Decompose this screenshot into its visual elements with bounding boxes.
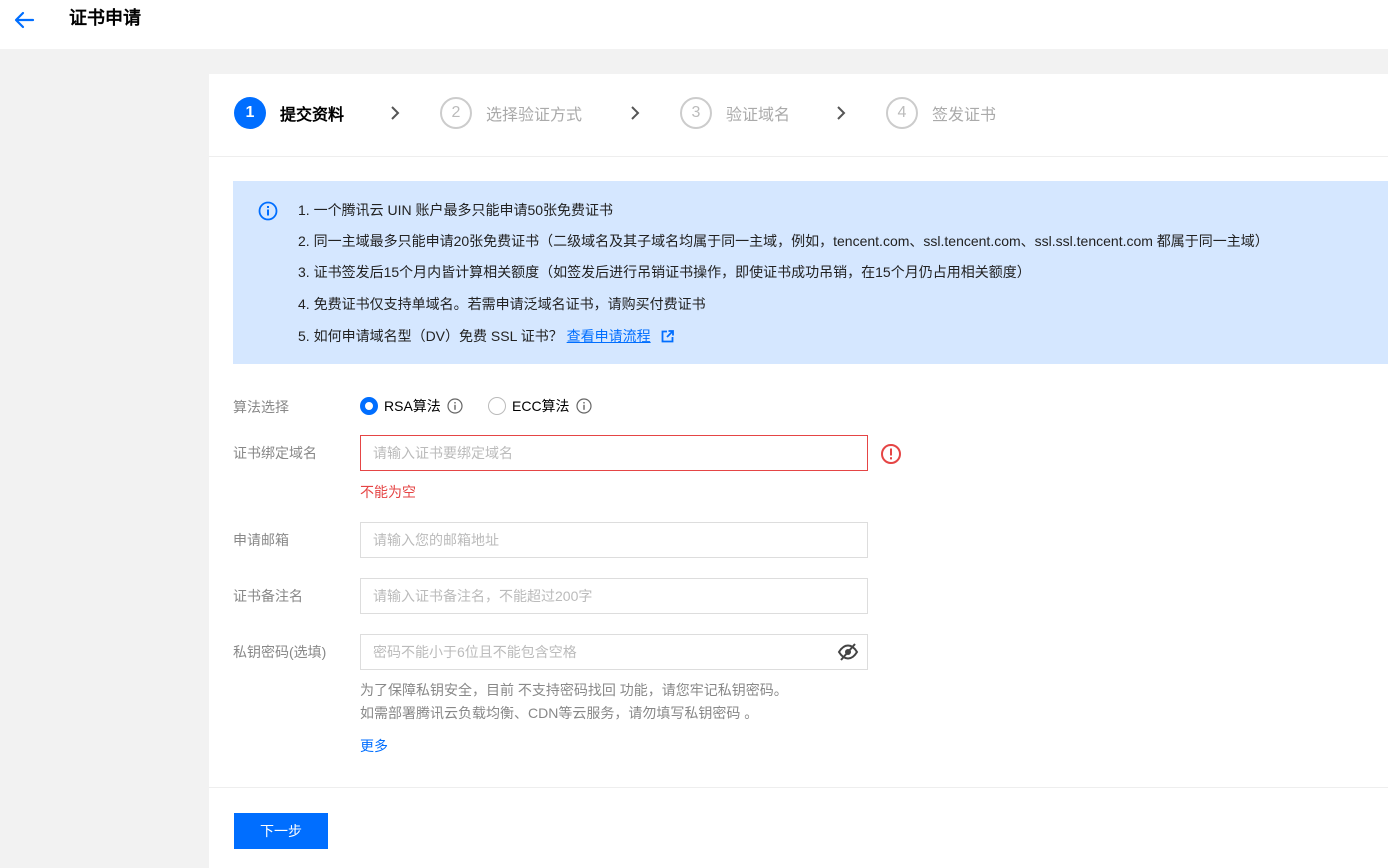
password-hint-1: 为了保障私钥安全，目前 不支持密码找回 功能，请您牢记私钥密码。 bbox=[360, 682, 788, 698]
step-1: 1 提交资料 bbox=[234, 97, 344, 129]
chevron-right-icon bbox=[837, 106, 846, 120]
domain-error-text: 不能为空 bbox=[360, 484, 416, 500]
step-number: 2 bbox=[440, 97, 472, 129]
email-label: 申请邮箱 bbox=[233, 532, 289, 548]
radio-selected-icon[interactable] bbox=[360, 397, 378, 415]
notice-line-2: 2. 同一主域最多只能申请20张免费证书（二级域名及其子域名均属于同一主域，例如… bbox=[298, 233, 1269, 249]
password-hint-2: 如需部署腾讯云负载均衡、CDN等云服务，请勿填写私钥密码 。 bbox=[360, 705, 759, 721]
step-indicator: 1 提交资料 2 选择验证方式 3 验证域名 4 签发证书 bbox=[209, 74, 1388, 157]
error-icon bbox=[881, 444, 901, 464]
step-2: 2 选择验证方式 bbox=[440, 97, 582, 129]
info-circle-icon[interactable] bbox=[447, 398, 463, 414]
algorithm-label: 算法选择 bbox=[233, 399, 289, 415]
step-label: 签发证书 bbox=[932, 107, 997, 124]
more-link[interactable]: 更多 bbox=[360, 737, 388, 755]
radio-unselected-icon[interactable] bbox=[488, 397, 506, 415]
domain-input[interactable] bbox=[360, 435, 868, 471]
step-number: 1 bbox=[234, 97, 266, 129]
notice-box: 1. 一个腾讯云 UIN 账户最多只能申请50张免费证书 2. 同一主域最多只能… bbox=[233, 181, 1388, 364]
step-4: 4 签发证书 bbox=[886, 97, 996, 129]
email-input[interactable] bbox=[360, 522, 868, 558]
rsa-label: RSA算法 bbox=[384, 398, 441, 414]
footer-divider bbox=[209, 787, 1388, 788]
step-label: 验证域名 bbox=[726, 107, 791, 124]
next-step-button[interactable]: 下一步 bbox=[234, 813, 328, 849]
password-label: 私钥密码(选填) bbox=[233, 644, 327, 660]
domain-label: 证书绑定域名 bbox=[233, 445, 317, 461]
step-label: 提交资料 bbox=[280, 107, 345, 124]
notice-line-1: 1. 一个腾讯云 UIN 账户最多只能申请50张免费证书 bbox=[298, 202, 614, 218]
remark-label: 证书备注名 bbox=[233, 588, 303, 604]
chevron-right-icon bbox=[391, 106, 400, 120]
ecc-label: ECC算法 bbox=[512, 398, 570, 414]
page-title: 证书申请 bbox=[69, 8, 141, 28]
notice-line-3: 3. 证书签发后15个月内皆计算相关额度（如签发后进行吊销证书操作，即使证书成功… bbox=[298, 264, 1031, 280]
ecc-radio[interactable]: ECC算法 bbox=[488, 396, 592, 416]
step-number: 4 bbox=[886, 97, 918, 129]
back-arrow-icon[interactable] bbox=[12, 8, 36, 32]
password-input[interactable] bbox=[360, 634, 868, 670]
step-number: 3 bbox=[680, 97, 712, 129]
remark-input[interactable] bbox=[360, 578, 868, 614]
external-link-icon[interactable] bbox=[661, 330, 674, 343]
notice-line-5: 5. 如何申请域名型（DV）免费 SSL 证书？ 查看申请流程 bbox=[298, 327, 674, 345]
info-icon bbox=[258, 201, 278, 221]
info-circle-icon[interactable] bbox=[575, 398, 592, 414]
rsa-radio[interactable]: RSA算法 bbox=[360, 396, 463, 416]
notice-line-5-text: 5. 如何申请域名型（DV）免费 SSL 证书？ bbox=[298, 328, 563, 344]
main-card: 1 提交资料 2 选择验证方式 3 验证域名 4 签发证书 1. 一个腾讯云 U… bbox=[209, 74, 1388, 868]
chevron-right-icon bbox=[631, 106, 640, 120]
step-label: 选择验证方式 bbox=[486, 107, 583, 124]
notice-line-4: 4. 免费证书仅支持单域名。若需申请泛域名证书，请购买付费证书 bbox=[298, 296, 706, 312]
eye-off-icon[interactable] bbox=[837, 642, 859, 662]
view-process-link[interactable]: 查看申请流程 bbox=[567, 328, 651, 344]
top-bar: 证书申请 bbox=[0, 0, 1388, 49]
step-3: 3 验证域名 bbox=[680, 97, 790, 129]
